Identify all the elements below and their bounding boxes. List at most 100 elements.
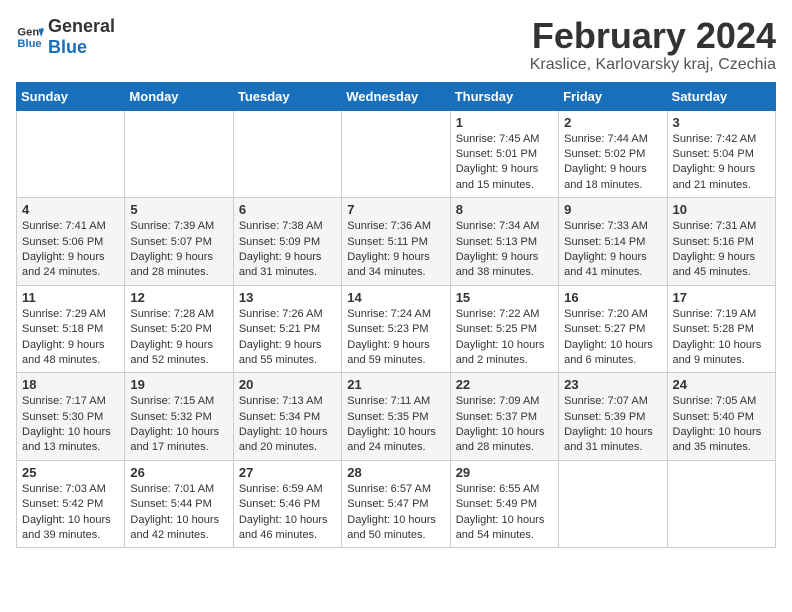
calendar-cell: 21Sunrise: 7:11 AM Sunset: 5:35 PM Dayli… [342, 373, 450, 461]
calendar-cell: 5 Sunrise: 7:39 AM Sunset: 5:07 PM Daylig… [125, 198, 233, 286]
calendar-cell: 16 Sunrise: 7:20 AM Sunset: 5:27 PM Dayli… [559, 285, 667, 373]
day-header-saturday: Saturday [667, 82, 775, 110]
day-info: Sunrise: 7:07 AM Sunset: 5:39 PM Dayligh… [564, 394, 661, 456]
day-number: 1 [456, 115, 553, 130]
calendar-cell: 9Sunrise: 7:33 AM Sunset: 5:14 PM Daylig… [559, 198, 667, 286]
logo-text: General Blue [48, 16, 115, 58]
calendar-cell: 10Sunrise: 7:31 AM Sunset: 5:16 PM Dayli… [667, 198, 775, 286]
day-number: 3 [673, 115, 770, 130]
day-info: Sunrise: 7:38 AM Sunset: 5:09 PM Dayligh… [239, 219, 336, 281]
calendar-cell: 26 Sunrise: 7:01 AM Sunset: 5:44 PM Dayli… [125, 460, 233, 548]
day-info: Sunrise: 7:17 AM Sunset: 5:30 PM Dayligh… [22, 394, 119, 456]
calendar-cell [559, 460, 667, 548]
day-info: Sunrise: 7:01 AM Sunset: 5:44 PM Dayligh… [130, 482, 227, 544]
calendar-cell: 8 Sunrise: 7:34 AM Sunset: 5:13 PM Daylig… [450, 198, 558, 286]
day-number: 25 [22, 465, 119, 480]
calendar-cell: 28 Sunrise: 6:57 AM Sunset: 5:47 PM Dayli… [342, 460, 450, 548]
day-info: Sunrise: 7:19 AM Sunset: 5:28 PM Dayligh… [673, 307, 770, 369]
title-area: February 2024 Kraslice, Karlovarsky kraj… [530, 16, 776, 74]
day-number: 5 [130, 202, 227, 217]
day-info: Sunrise: 7:22 AM Sunset: 5:25 PM Dayligh… [456, 307, 553, 369]
day-header-friday: Friday [559, 82, 667, 110]
calendar-cell: 29 Sunrise: 6:55 AM Sunset: 5:49 PM Dayli… [450, 460, 558, 548]
day-info: Sunrise: 7:34 AM Sunset: 5:13 PM Dayligh… [456, 219, 553, 281]
day-info: Sunrise: 7:42 AM Sunset: 5:04 PM Dayligh… [673, 132, 770, 194]
day-header-thursday: Thursday [450, 82, 558, 110]
day-info: Sunrise: 7:44 AM Sunset: 5:02 PM Dayligh… [564, 132, 661, 194]
day-number: 2 [564, 115, 661, 130]
day-info: Sunrise: 7:13 AM Sunset: 5:34 PM Dayligh… [239, 394, 336, 456]
logo: Gen Blue General Blue [16, 16, 115, 58]
calendar-cell: 7 Sunrise: 7:36 AM Sunset: 5:11 PM Daylig… [342, 198, 450, 286]
day-info: Sunrise: 7:41 AM Sunset: 5:06 PM Dayligh… [22, 219, 119, 281]
calendar-cell: 3 Sunrise: 7:42 AM Sunset: 5:04 PM Daylig… [667, 110, 775, 198]
calendar-cell: 25 Sunrise: 7:03 AM Sunset: 5:42 PM Dayli… [17, 460, 125, 548]
calendar-cell: 6 Sunrise: 7:38 AM Sunset: 5:09 PM Daylig… [233, 198, 341, 286]
calendar-cell [17, 110, 125, 198]
calendar-cell: 13 Sunrise: 7:26 AM Sunset: 5:21 PM Dayli… [233, 285, 341, 373]
calendar-cell [233, 110, 341, 198]
day-number: 27 [239, 465, 336, 480]
day-number: 22 [456, 377, 553, 392]
calendar-cell: 27 Sunrise: 6:59 AM Sunset: 5:46 PM Dayli… [233, 460, 341, 548]
day-number: 13 [239, 290, 336, 305]
day-number: 10 [673, 202, 770, 217]
calendar-week-row: 4Sunrise: 7:41 AM Sunset: 5:06 PM Daylig… [17, 198, 776, 286]
calendar-cell: 15 Sunrise: 7:22 AM Sunset: 5:25 PM Dayli… [450, 285, 558, 373]
calendar-week-row: 18 Sunrise: 7:17 AM Sunset: 5:30 PM Dayli… [17, 373, 776, 461]
day-number: 7 [347, 202, 444, 217]
day-number: 19 [130, 377, 227, 392]
day-info: Sunrise: 6:57 AM Sunset: 5:47 PM Dayligh… [347, 482, 444, 544]
calendar-cell: 12Sunrise: 7:28 AM Sunset: 5:20 PM Dayli… [125, 285, 233, 373]
day-info: Sunrise: 7:28 AM Sunset: 5:20 PM Dayligh… [130, 307, 227, 369]
day-info: Sunrise: 7:24 AM Sunset: 5:23 PM Dayligh… [347, 307, 444, 369]
page-header: Gen Blue General Blue February 2024 Kras… [16, 16, 776, 74]
calendar-cell: 11 Sunrise: 7:29 AM Sunset: 5:18 PM Dayli… [17, 285, 125, 373]
calendar-cell: 1 Sunrise: 7:45 AM Sunset: 5:01 PM Daylig… [450, 110, 558, 198]
day-number: 26 [130, 465, 227, 480]
day-number: 15 [456, 290, 553, 305]
day-info: Sunrise: 7:45 AM Sunset: 5:01 PM Dayligh… [456, 132, 553, 194]
day-number: 24 [673, 377, 770, 392]
calendar-cell [342, 110, 450, 198]
day-info: Sunrise: 7:05 AM Sunset: 5:40 PM Dayligh… [673, 394, 770, 456]
calendar-cell: 20 Sunrise: 7:13 AM Sunset: 5:34 PM Dayli… [233, 373, 341, 461]
day-number: 29 [456, 465, 553, 480]
day-number: 28 [347, 465, 444, 480]
day-number: 8 [456, 202, 553, 217]
calendar-cell: 19 Sunrise: 7:15 AM Sunset: 5:32 PM Dayli… [125, 373, 233, 461]
day-header-wednesday: Wednesday [342, 82, 450, 110]
day-info: Sunrise: 7:26 AM Sunset: 5:21 PM Dayligh… [239, 307, 336, 369]
day-number: 6 [239, 202, 336, 217]
day-number: 11 [22, 290, 119, 305]
day-info: Sunrise: 6:59 AM Sunset: 5:46 PM Dayligh… [239, 482, 336, 544]
calendar-cell: 4Sunrise: 7:41 AM Sunset: 5:06 PM Daylig… [17, 198, 125, 286]
day-info: Sunrise: 7:29 AM Sunset: 5:18 PM Dayligh… [22, 307, 119, 369]
calendar-cell: 18 Sunrise: 7:17 AM Sunset: 5:30 PM Dayli… [17, 373, 125, 461]
calendar-cell: 22Sunrise: 7:09 AM Sunset: 5:37 PM Dayli… [450, 373, 558, 461]
day-info: Sunrise: 7:15 AM Sunset: 5:32 PM Dayligh… [130, 394, 227, 456]
calendar-cell: 23Sunrise: 7:07 AM Sunset: 5:39 PM Dayli… [559, 373, 667, 461]
day-number: 9 [564, 202, 661, 217]
day-number: 20 [239, 377, 336, 392]
day-info: Sunrise: 7:36 AM Sunset: 5:11 PM Dayligh… [347, 219, 444, 281]
calendar-cell [125, 110, 233, 198]
calendar-subtitle: Kraslice, Karlovarsky kraj, Czechia [530, 56, 776, 74]
day-info: Sunrise: 7:03 AM Sunset: 5:42 PM Dayligh… [22, 482, 119, 544]
day-info: Sunrise: 7:39 AM Sunset: 5:07 PM Dayligh… [130, 219, 227, 281]
calendar-cell: 17Sunrise: 7:19 AM Sunset: 5:28 PM Dayli… [667, 285, 775, 373]
day-header-tuesday: Tuesday [233, 82, 341, 110]
calendar-week-row: 1 Sunrise: 7:45 AM Sunset: 5:01 PM Daylig… [17, 110, 776, 198]
calendar-header-row: SundayMondayTuesdayWednesdayThursdayFrid… [17, 82, 776, 110]
day-number: 21 [347, 377, 444, 392]
day-info: Sunrise: 7:20 AM Sunset: 5:27 PM Dayligh… [564, 307, 661, 369]
svg-text:Gen: Gen [17, 27, 39, 39]
svg-text:Blue: Blue [17, 38, 41, 50]
calendar-cell: 2 Sunrise: 7:44 AM Sunset: 5:02 PM Daylig… [559, 110, 667, 198]
day-number: 18 [22, 377, 119, 392]
calendar-table: SundayMondayTuesdayWednesdayThursdayFrid… [16, 82, 776, 549]
day-info: Sunrise: 6:55 AM Sunset: 5:49 PM Dayligh… [456, 482, 553, 544]
day-number: 16 [564, 290, 661, 305]
calendar-cell: 24 Sunrise: 7:05 AM Sunset: 5:40 PM Dayli… [667, 373, 775, 461]
calendar-week-row: 25 Sunrise: 7:03 AM Sunset: 5:42 PM Dayli… [17, 460, 776, 548]
